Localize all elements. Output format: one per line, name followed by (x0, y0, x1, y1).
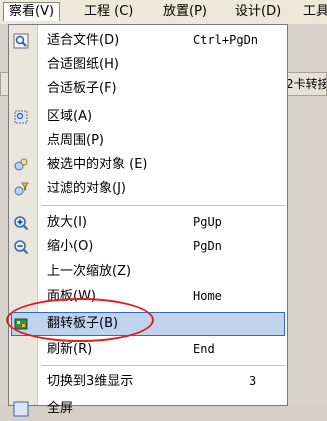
fit-document-icon (13, 33, 29, 49)
filtered-objects-icon (14, 182, 29, 196)
zoom-in-icon (14, 216, 29, 231)
menu-project[interactable]: 工程 (C) (79, 3, 138, 21)
flip-board-icon (14, 318, 28, 330)
selected-objects-icon (14, 158, 28, 171)
menu-item-label: 全屏 (47, 401, 74, 416)
menu-item-label: 合适图纸(H) (47, 57, 119, 72)
menu-item-area[interactable]: 区域(A) (9, 105, 287, 129)
menu-item-label: 过滤的对象(J) (47, 181, 126, 196)
menu-separator (41, 205, 285, 206)
menu-item-label: 放大(I) (47, 215, 87, 230)
menu-item-shortcut: PgDn (193, 239, 222, 253)
menu-item-label: 切换到3维显示 (47, 374, 134, 389)
menu-item-label: 缩小(O) (47, 239, 94, 254)
menu-item-fit-document[interactable]: 适合文件(D) Ctrl+PgDn (9, 29, 287, 53)
menu-item-label: 点周围(P) (47, 133, 104, 148)
zoom-out-icon (14, 240, 29, 255)
menu-item-label: 区域(A) (47, 109, 93, 124)
menu-item-label: 上一次缩放(Z) (47, 264, 132, 279)
menu-item-shortcut: PgUp (193, 215, 222, 229)
menu-item-label: 刷新(R) (47, 342, 93, 357)
document-tab[interactable]: 2卡转接 (283, 72, 327, 96)
menu-place[interactable]: 放置(P) (158, 3, 212, 21)
menu-item-label: 面板(W) (47, 289, 96, 304)
menu-item-switch-3d[interactable]: 切换到3维显示 3 (9, 370, 287, 394)
menu-item-fit-board[interactable]: 合适板子(F) (9, 77, 287, 101)
menu-item-refresh[interactable]: 刷新(R) End (9, 338, 287, 362)
menu-view[interactable]: 察看(V) (3, 2, 61, 21)
menu-item-label: 适合文件(D) (47, 33, 120, 48)
menu-item-label: 被选中的对象 (E) (47, 157, 148, 172)
menu-item-around-point[interactable]: 点周围(P) (9, 129, 287, 153)
menu-item-shortcut: 3 (249, 374, 257, 388)
menu-item-zoom-out[interactable]: 缩小(O) PgDn (9, 235, 287, 259)
menu-item-label: 合适板子(F) (47, 81, 117, 96)
menu-item-filtered-objects[interactable]: 过滤的对象(J) (9, 177, 287, 201)
menu-item-fullscreen[interactable]: 全屏 (9, 397, 287, 421)
menu-item-shortcut: End (193, 342, 215, 356)
menu-item-shortcut: Ctrl+PgDn (193, 33, 259, 47)
menu-item-label: 翻转板子(B) (47, 316, 119, 331)
menu-bar: 察看(V) 工程 (C) 放置(P) 设计(D) 工具 (0, 0, 327, 25)
menu-item-shortcut: Home (193, 289, 222, 303)
fullscreen-icon (13, 401, 29, 417)
area-icon (14, 110, 28, 124)
menu-item-flip-board[interactable]: 翻转板子(B) (11, 312, 285, 336)
menu-tools[interactable]: 工具 (298, 3, 327, 21)
menu-item-previous-zoom[interactable]: 上一次缩放(Z) (9, 260, 287, 284)
menu-design[interactable]: 设计(D) (230, 3, 286, 21)
menu-item-selected-objects[interactable]: 被选中的对象 (E) (9, 153, 287, 177)
menu-item-zoom-in[interactable]: 放大(I) PgUp (9, 211, 287, 235)
menu-separator (41, 365, 285, 366)
view-dropdown-menu: 适合文件(D) Ctrl+PgDn 合适图纸(H) 合适板子(F) 区域(A) … (8, 24, 288, 417)
menu-item-fit-sheet[interactable]: 合适图纸(H) (9, 53, 287, 77)
menu-item-panel[interactable]: 面板(W) Home (9, 285, 287, 309)
